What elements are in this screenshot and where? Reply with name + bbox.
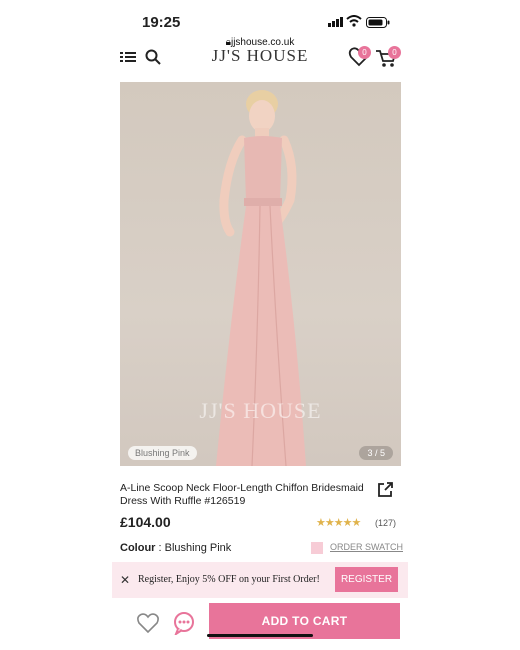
cart-badge: 0 (388, 46, 401, 59)
status-bar: 19:25 (0, 0, 520, 36)
close-icon[interactable]: ✕ (120, 573, 130, 587)
battery-icon (366, 17, 390, 28)
home-indicator (207, 634, 313, 637)
cellular-signal-icon (328, 17, 343, 27)
review-count[interactable]: (127) (375, 518, 396, 528)
promo-text: Register, Enjoy 5% OFF on your First Ord… (138, 574, 320, 585)
chat-icon[interactable] (172, 611, 196, 635)
image-counter: 3 / 5 (359, 446, 393, 460)
colour-separator: : (155, 542, 165, 554)
colour-row: Colour : Blushing Pink (120, 542, 231, 554)
wishlist-badge: 0 (358, 46, 371, 59)
image-watermark: JJ'S HOUSE (199, 398, 322, 423)
wishlist-button[interactable]: 0 (348, 46, 371, 70)
product-price: £104.00 (120, 514, 171, 530)
promo-banner: ✕ Register, Enjoy 5% OFF on your First O… (112, 562, 408, 598)
wifi-icon (346, 15, 362, 27)
colour-label: Colour (120, 542, 156, 554)
cart-button[interactable]: 0 (375, 46, 401, 70)
site-header: JJ'S HOUSE 0 0 (112, 46, 408, 70)
image-color-tag: Blushing Pink (128, 446, 197, 460)
share-icon[interactable] (376, 481, 394, 499)
order-swatch-link[interactable]: ORDER SWATCH (330, 542, 403, 552)
colour-swatch[interactable] (311, 542, 323, 554)
heart-icon[interactable] (136, 612, 160, 634)
register-button[interactable]: REGISTER (335, 567, 398, 592)
rating-stars: ★★★★★ (316, 517, 361, 529)
product-image[interactable]: JJ'S HOUSE Blushing Pink 3 / 5 (120, 82, 401, 466)
status-time: 19:25 (142, 14, 181, 31)
product-title: A-Line Scoop Neck Floor-Length Chiffon B… (120, 482, 364, 507)
colour-value: Blushing Pink (164, 542, 232, 554)
